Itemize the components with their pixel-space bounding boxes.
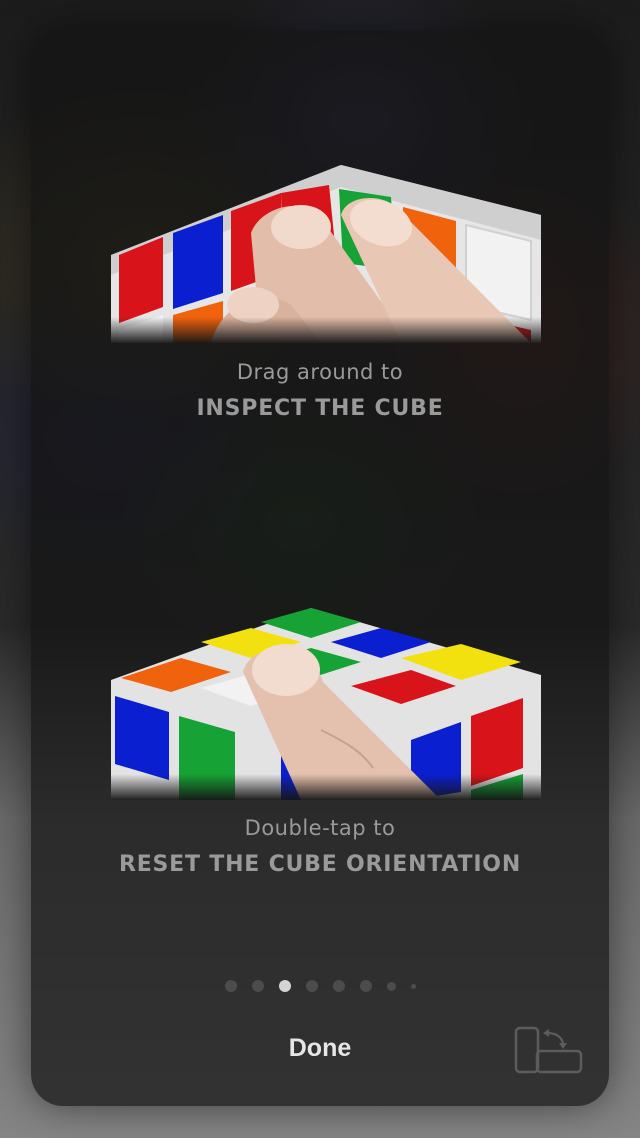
page-dot[interactable]: [332, 980, 345, 992]
onboarding-sheet: Drag around to INSPECT THE CUBE Double-t…: [31, 30, 609, 1106]
rotate-device-icon[interactable]: [513, 1025, 585, 1075]
page-dot[interactable]: [251, 980, 264, 992]
page-dot[interactable]: [305, 980, 318, 992]
fingernail: [271, 205, 331, 249]
step-subtitle: Drag around to: [236, 360, 404, 384]
drag-demo-image: [111, 145, 541, 343]
page-dot[interactable]: [386, 981, 396, 991]
fingernail: [252, 644, 320, 696]
step-title: INSPECT THE CUBE: [196, 396, 444, 421]
step-caption-inspect: Drag around to INSPECT THE CUBE: [31, 360, 609, 421]
page-dot[interactable]: [224, 980, 237, 992]
double-tap-demo-image: [111, 600, 541, 800]
step-subtitle: Double-tap to: [244, 816, 396, 840]
page-indicator[interactable]: [31, 980, 609, 992]
app-background: Drag around to INSPECT THE CUBE Double-t…: [0, 0, 640, 1138]
page-dot-active[interactable]: [278, 980, 291, 992]
step-title: RESET THE CUBE ORIENTATION: [118, 852, 522, 877]
step-caption-reset: Double-tap to RESET THE CUBE ORIENTATION: [31, 816, 609, 877]
page-dot[interactable]: [410, 983, 416, 989]
done-button[interactable]: Done: [250, 1026, 390, 1070]
page-dot[interactable]: [359, 980, 372, 992]
